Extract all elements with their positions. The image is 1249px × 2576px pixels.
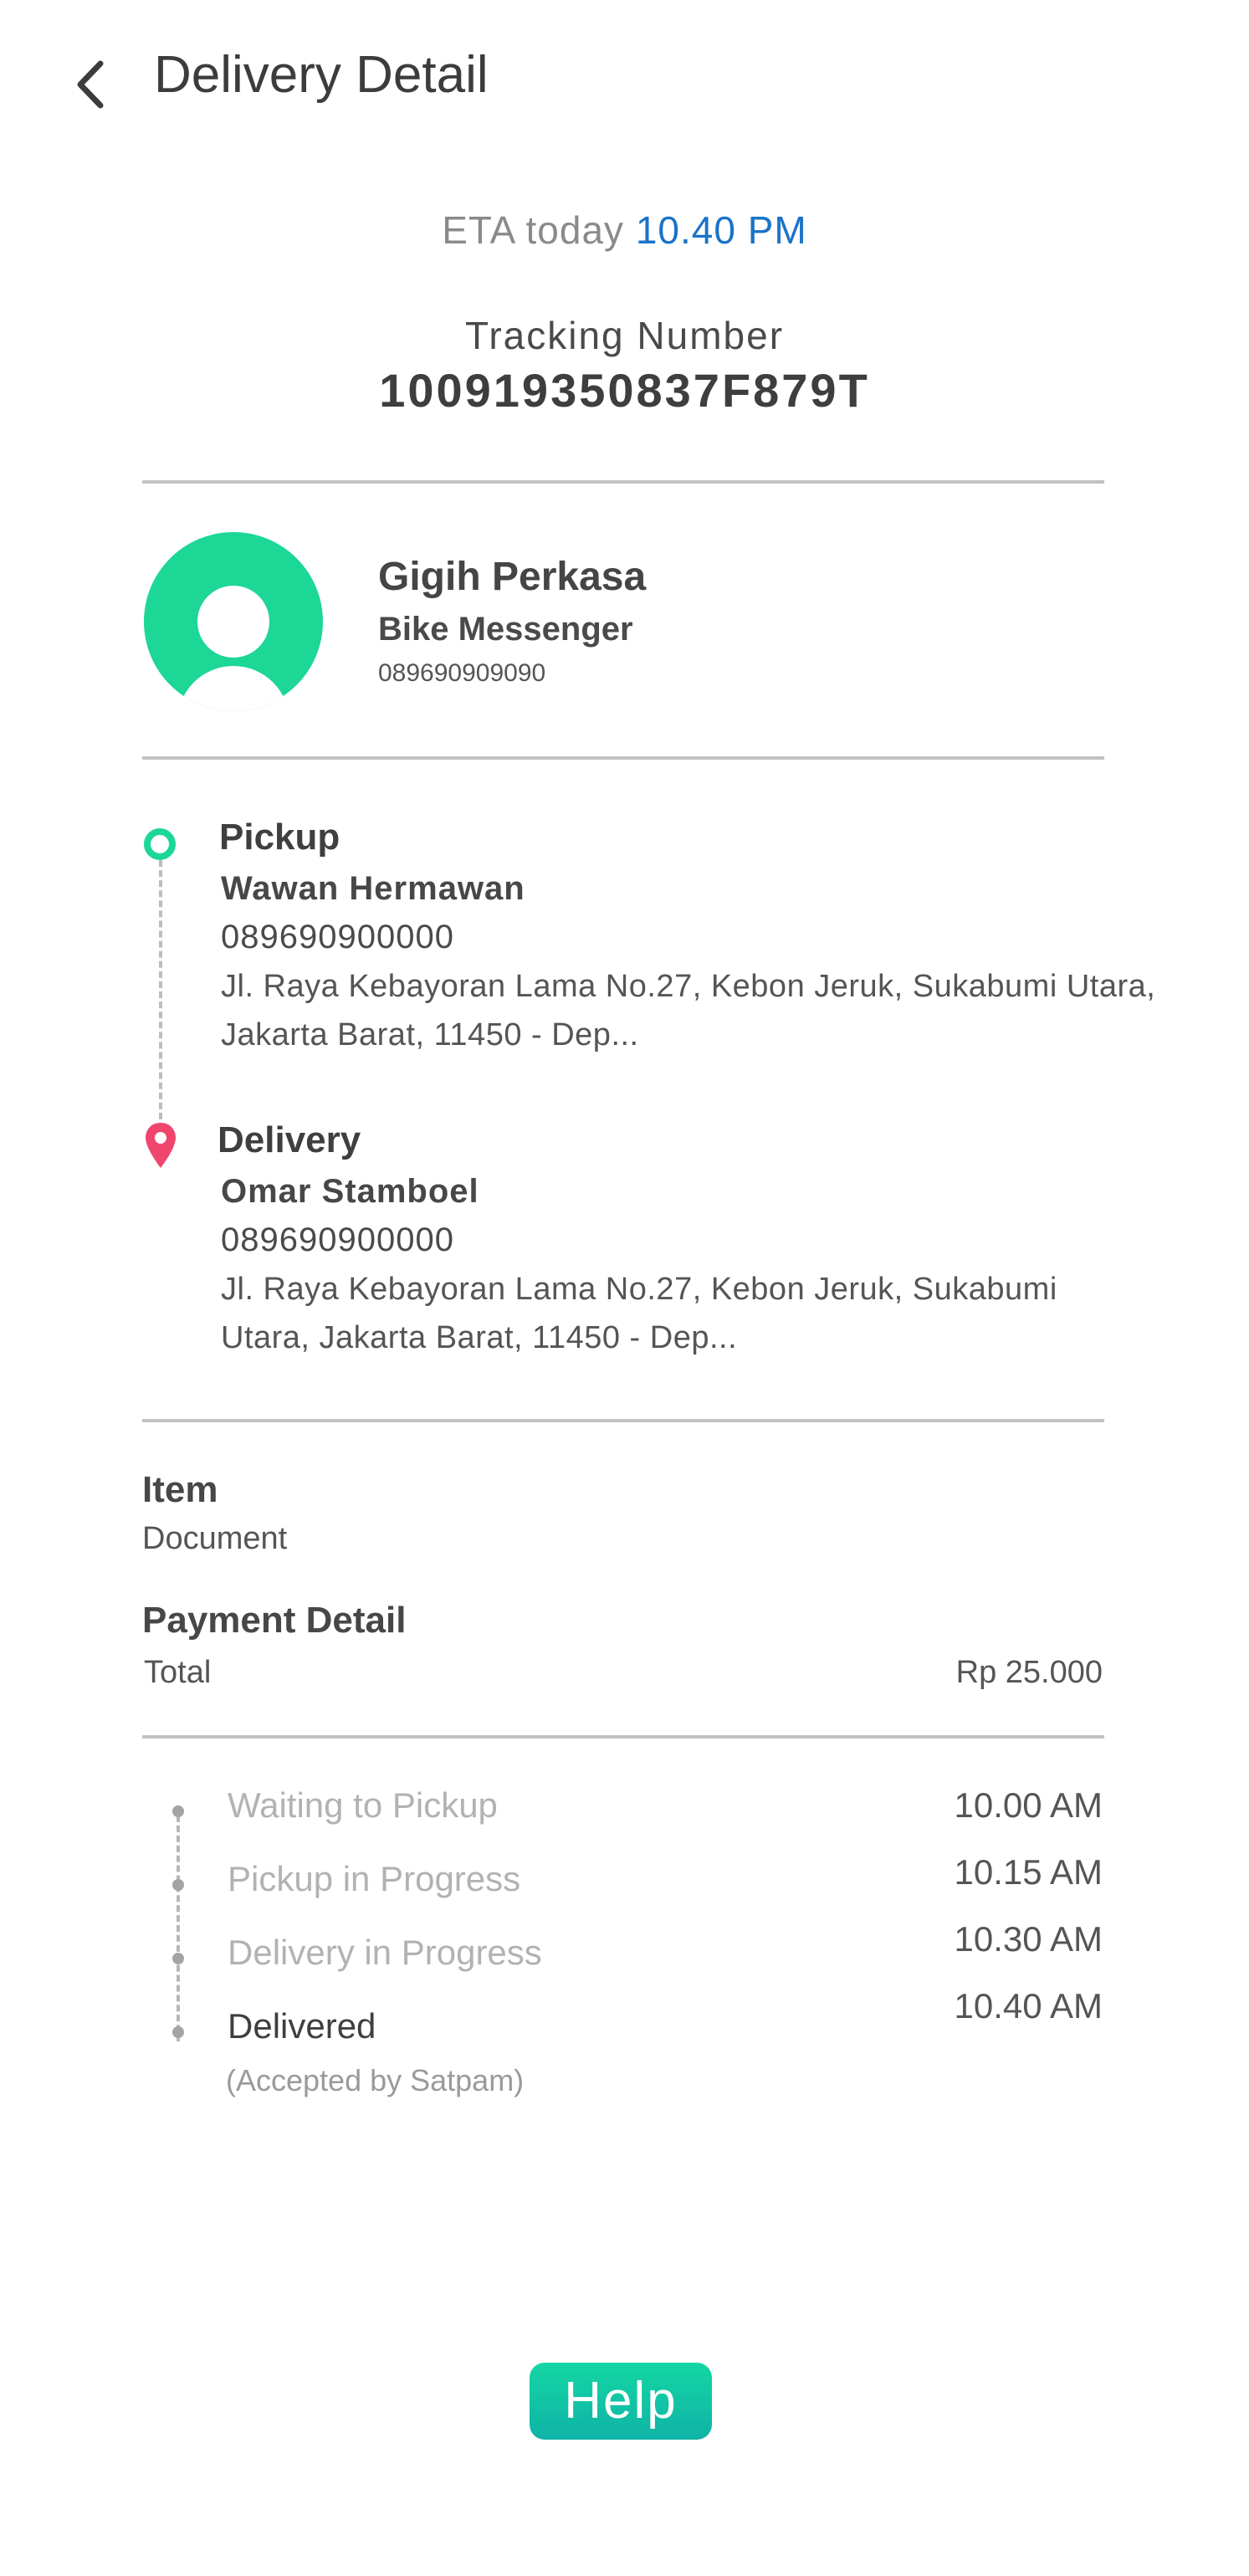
tracking-label: Tracking Number bbox=[464, 314, 785, 357]
status-time: 10.15 AM bbox=[954, 1852, 1103, 1892]
status-time: 10.40 AM bbox=[954, 1986, 1103, 2025]
courier-avatar bbox=[144, 532, 323, 711]
avatar-body bbox=[177, 666, 289, 711]
divider bbox=[142, 756, 1104, 760]
delivery-address: Jl. Raya Kebayoran Lama No.27, Kebon Jer… bbox=[221, 1272, 1057, 1355]
status-label: Delivery in Progress bbox=[228, 1933, 542, 1972]
eta-line: ETA today 10.40 PM bbox=[0, 207, 1249, 253]
status-time: 10.30 AM bbox=[954, 1919, 1103, 1959]
pickup-marker-icon bbox=[144, 828, 176, 860]
pickup-name: Wawan Hermawan bbox=[221, 870, 525, 907]
status-label: Waiting to Pickup bbox=[228, 1785, 498, 1825]
pickup-label: Pickup bbox=[219, 817, 340, 858]
status-dot bbox=[172, 2026, 184, 2038]
divider bbox=[142, 1419, 1104, 1422]
pickup-address: Jl. Raya Kebayoran Lama No.27, Kebon Jer… bbox=[221, 969, 1156, 1052]
location-pin-icon bbox=[146, 1123, 176, 1168]
item-value: Document bbox=[142, 1521, 288, 1556]
courier-role: Bike Messenger bbox=[378, 611, 633, 648]
help-button[interactable]: Help bbox=[530, 2363, 712, 2440]
courier-phone: 089690909090 bbox=[378, 659, 546, 687]
divider bbox=[142, 1735, 1104, 1739]
delivery-name: Omar Stamboel bbox=[221, 1173, 479, 1210]
status-dot bbox=[172, 1805, 184, 1817]
status-time: 10.00 AM bbox=[954, 1785, 1103, 1825]
status-label: Pickup in Progress bbox=[228, 1859, 521, 1898]
status-label: Delivered bbox=[228, 2006, 376, 2046]
status-note: (Accepted by Satpam) bbox=[226, 2063, 525, 2097]
status-timeline-line bbox=[177, 1815, 180, 2041]
delivery-label: Delivery bbox=[218, 1119, 361, 1160]
chevron-left-icon bbox=[77, 60, 104, 109]
back-button[interactable] bbox=[70, 55, 117, 114]
divider bbox=[142, 480, 1104, 484]
pickup-phone: 089690900000 bbox=[221, 919, 454, 955]
payment-total-label: Total bbox=[144, 1655, 212, 1690]
delivery-phone: 089690900000 bbox=[221, 1221, 454, 1258]
payment-title: Payment Detail bbox=[142, 1600, 407, 1641]
payment-total-value: Rp 25.000 bbox=[955, 1655, 1103, 1690]
eta-time: 10.40 PM bbox=[635, 208, 807, 252]
eta-label: ETA today bbox=[442, 208, 625, 252]
avatar-head bbox=[197, 586, 269, 658]
status-dot bbox=[172, 1953, 184, 1964]
status-dot bbox=[172, 1879, 184, 1891]
page-title: Delivery Detail bbox=[154, 46, 489, 104]
tracking-number: 100919350837F879T bbox=[379, 364, 870, 417]
route-connector bbox=[159, 860, 162, 1119]
courier-name: Gigih Perkasa bbox=[378, 555, 647, 599]
item-title: Item bbox=[142, 1469, 218, 1510]
